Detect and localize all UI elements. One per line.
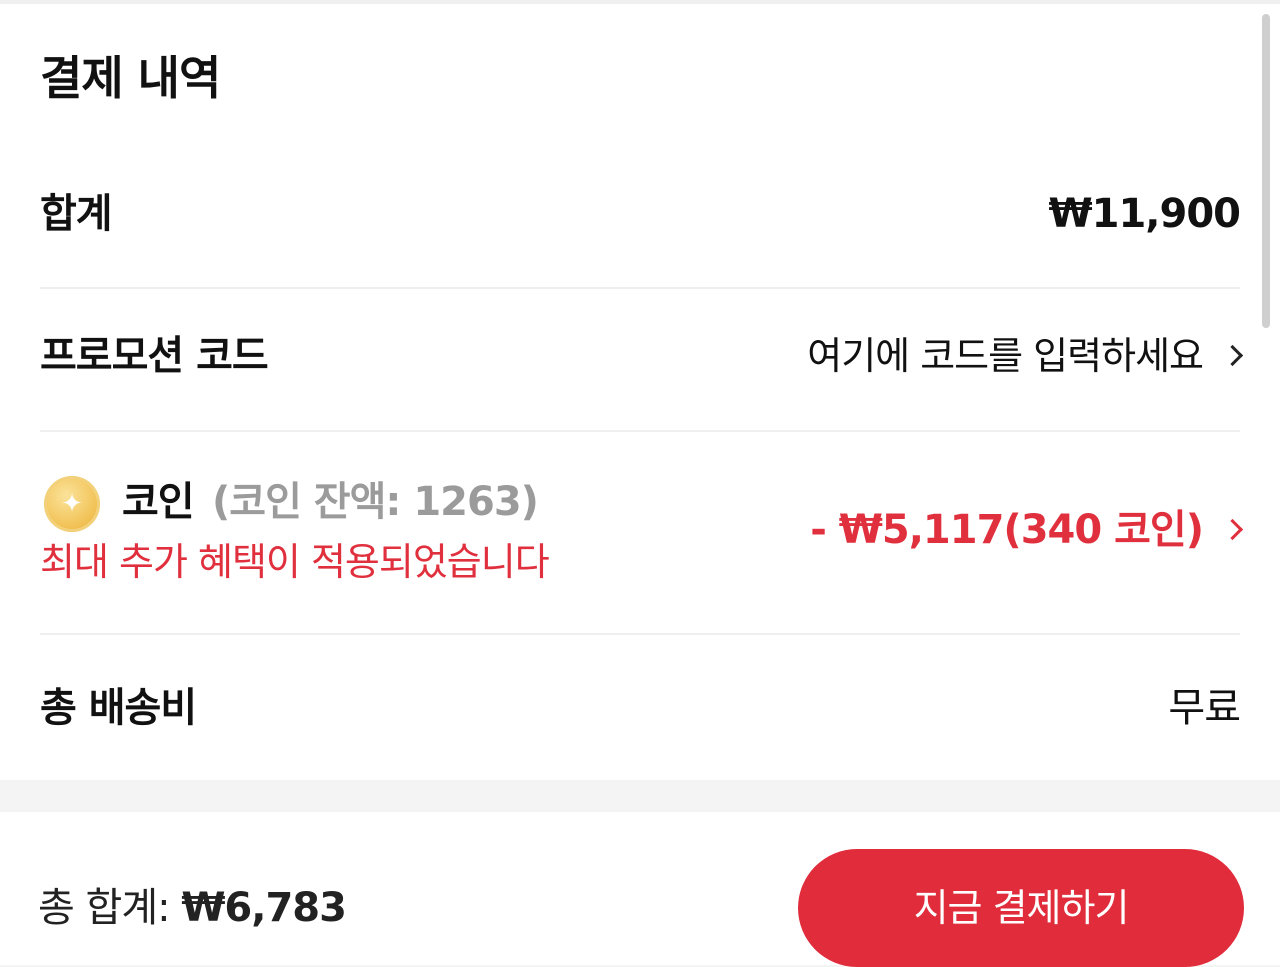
promo-code-placeholder: 여기에 코드를 입력하세요 xyxy=(807,334,1204,378)
payment-details-card: 결제 내역 합계 ₩11,900 프로모션 코드 여기에 코드를 입력하세요 코… xyxy=(0,4,1280,780)
coin-benefit-message: 최대 추가 혜택이 적용되었습니다 xyxy=(40,540,550,584)
pay-now-button[interactable]: 지금 결제하기 xyxy=(798,849,1244,967)
scrollbar[interactable] xyxy=(1262,14,1270,328)
page-title: 결제 내역 xyxy=(40,51,221,105)
total-summary: 총 합계: ₩6,783 xyxy=(38,884,347,932)
shipping-label: 총 배송비 xyxy=(40,685,197,731)
divider xyxy=(40,430,1240,432)
shipping-row: 총 배송비 무료 xyxy=(40,684,1241,740)
coin-balance: (코인 잔액: 1263) xyxy=(212,479,539,525)
subtotal-value: ₩11,900 xyxy=(1048,191,1241,237)
total-label: 총 합계: xyxy=(38,885,171,931)
coin-discount-value: - ₩5,117(340 코인) xyxy=(810,507,1204,553)
divider xyxy=(40,633,1240,635)
chevron-right-icon xyxy=(1221,518,1244,541)
chevron-right-icon xyxy=(1221,344,1244,367)
coin-row[interactable]: 코인 (코인 잔액: 1263) 최대 추가 혜택이 적용되었습니다 - ₩5,… xyxy=(40,474,1244,594)
coin-icon xyxy=(44,476,100,532)
promo-code-label: 프로모션 코드 xyxy=(40,333,269,379)
divider xyxy=(40,287,1240,289)
coin-label: 코인 xyxy=(122,479,195,525)
promo-code-input[interactable]: 여기에 코드를 입력하세요 xyxy=(807,332,1244,380)
subtotal-label: 합계 xyxy=(40,191,113,237)
coin-discount[interactable]: - ₩5,117(340 코인) xyxy=(810,506,1244,554)
subtotal-row: 합계 ₩11,900 xyxy=(40,190,1241,246)
checkout-bar: 총 합계: ₩6,783 지금 결제하기 xyxy=(0,812,1280,967)
total-value: ₩6,783 xyxy=(181,885,347,931)
shipping-value: 무료 xyxy=(1168,685,1241,731)
promo-code-row[interactable]: 프로모션 코드 여기에 코드를 입력하세요 xyxy=(40,332,1244,388)
